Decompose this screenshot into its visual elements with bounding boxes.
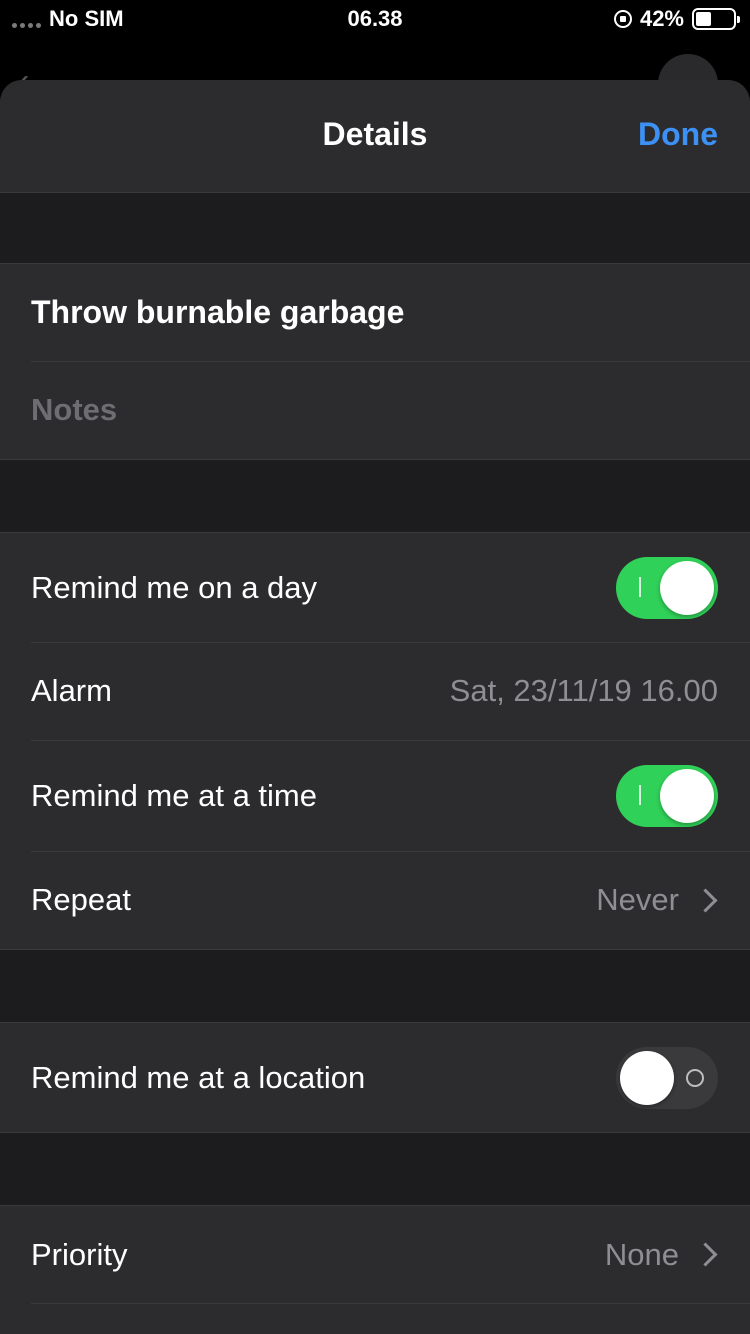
details-sheet: Details Done Throw burnable garbage Note… xyxy=(0,80,750,1334)
toggle-off-mark xyxy=(686,1068,704,1087)
section-spacer xyxy=(0,950,750,1022)
remind-time-label: Remind me at a time xyxy=(31,777,317,813)
title-field[interactable]: Throw burnable garbage xyxy=(0,264,750,361)
priority-group: Priority None xyxy=(0,1205,750,1334)
done-button[interactable]: Done xyxy=(638,116,718,153)
toggle-knob xyxy=(660,768,714,823)
remind-day-row: Remind me on a day xyxy=(0,533,750,642)
priority-row[interactable]: Priority None xyxy=(0,1206,750,1303)
battery-icon xyxy=(692,8,740,30)
toggle-on-mark xyxy=(639,784,641,805)
priority-value: None xyxy=(604,1236,679,1272)
alarm-label: Alarm xyxy=(31,673,112,708)
section-spacer xyxy=(0,1133,750,1205)
remind-time-row: Remind me at a time xyxy=(0,740,750,851)
chevron-right-icon xyxy=(693,1242,718,1267)
repeat-value: Never xyxy=(596,882,679,917)
chevron-right-icon xyxy=(693,887,718,913)
remind-location-label: Remind me at a location xyxy=(31,1059,366,1095)
battery-fill xyxy=(696,12,712,26)
remind-location-row: Remind me at a location xyxy=(0,1023,750,1132)
repeat-label: Repeat xyxy=(31,882,131,917)
priority-label: Priority xyxy=(31,1236,128,1272)
notes-placeholder[interactable]: Notes xyxy=(31,392,117,428)
remind-day-label: Remind me on a day xyxy=(31,569,318,605)
toggle-on-mark xyxy=(639,576,641,597)
reminder-group: Remind me on a day Alarm Sat, 23/11/19 1… xyxy=(0,532,750,950)
next-row xyxy=(0,1303,750,1334)
alarm-row[interactable]: Alarm Sat, 23/11/19 16.00 xyxy=(0,642,750,740)
task-title[interactable]: Throw burnable garbage xyxy=(31,294,404,331)
remind-location-toggle[interactable] xyxy=(616,1046,718,1109)
status-right: 42% xyxy=(613,6,740,32)
orientation-lock-icon xyxy=(613,10,632,28)
sheet-header: Details Done xyxy=(0,80,750,193)
section-spacer xyxy=(0,193,750,263)
remind-time-toggle[interactable] xyxy=(616,764,718,827)
remind-day-toggle[interactable] xyxy=(616,556,718,619)
notes-field[interactable]: Notes xyxy=(0,361,750,459)
alarm-value[interactable]: Sat, 23/11/19 16.00 xyxy=(450,673,718,709)
repeat-row[interactable]: Repeat Never xyxy=(0,851,750,949)
status-bar: No SIM 06.38 42% xyxy=(0,0,750,40)
section-spacer xyxy=(0,460,750,532)
battery-percent: 42% xyxy=(639,6,684,31)
task-group: Throw burnable garbage Notes xyxy=(0,263,750,460)
toggle-knob xyxy=(660,560,714,615)
location-group: Remind me at a location xyxy=(0,1022,750,1133)
toggle-knob xyxy=(620,1050,674,1105)
